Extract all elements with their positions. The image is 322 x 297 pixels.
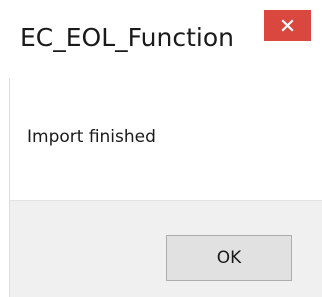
ok-button-label: OK — [216, 248, 242, 268]
window-frame-left — [0, 78, 10, 297]
message-text: Import finished — [27, 127, 156, 147]
title-bar: EC_EOL_Function — [0, 0, 322, 78]
close-button[interactable] — [264, 10, 311, 41]
message-dialog: EC_EOL_Function Import finished OK — [0, 0, 322, 297]
close-icon — [281, 19, 294, 32]
dialog-title: EC_EOL_Function — [20, 23, 234, 52]
ok-button[interactable]: OK — [166, 235, 292, 281]
